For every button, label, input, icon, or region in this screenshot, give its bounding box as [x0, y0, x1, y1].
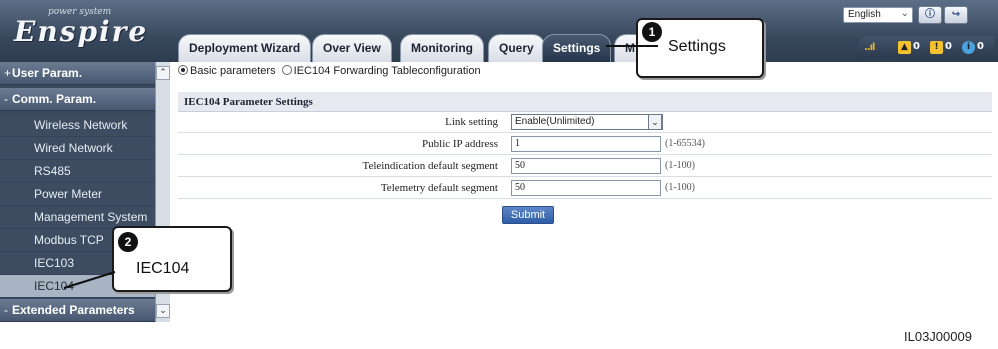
- logo-brand: Enspire: [14, 15, 149, 48]
- callout-number-badge: 2: [118, 232, 138, 252]
- tab-overview[interactable]: Over View: [312, 34, 392, 62]
- signal-icon: ..ıl: [864, 42, 875, 53]
- warning-icon: ▲: [898, 41, 911, 54]
- field-range: (1-65534): [665, 138, 705, 149]
- radio-basic-parameters[interactable]: Basic parameters: [178, 65, 276, 77]
- chevron-down-icon: ⌄: [900, 8, 909, 19]
- sidebar-item-rs485[interactable]: RS485: [0, 160, 155, 183]
- major-alarm-indicator[interactable]: ▲ 0: [898, 39, 920, 55]
- sidebar-item-power-meter[interactable]: Power Meter: [0, 183, 155, 206]
- parameter-mode-radios: Basic parameters IEC104 Forwarding Table…: [178, 65, 481, 77]
- tab-query[interactable]: Query: [488, 34, 545, 62]
- field-row-teleindication: Teleindication default segment 50 (1-100…: [178, 156, 992, 177]
- field-range: (1-100): [665, 182, 695, 193]
- sidebar-item-wired-network[interactable]: Wired Network: [0, 137, 155, 160]
- telemetry-segment-input[interactable]: 50: [511, 180, 661, 196]
- minor-alarm-icon: !: [930, 41, 943, 54]
- teleindication-segment-input[interactable]: 50: [511, 158, 661, 174]
- sidebar-group-comm-param[interactable]: - Comm. Param.: [0, 88, 155, 111]
- language-select[interactable]: English ⌄: [843, 7, 913, 23]
- field-label: Telemetry default segment: [380, 182, 498, 194]
- tab-deployment-wizard[interactable]: Deployment Wizard: [178, 34, 312, 62]
- field-row-telemetry: Telemetry default segment 50 (1-100): [178, 178, 992, 199]
- scroll-down-icon[interactable]: ⌄: [156, 304, 170, 318]
- field-row-public-ip: Public IP address 1 (1-65534): [178, 134, 992, 155]
- language-value: English: [848, 9, 881, 20]
- section-title: IEC104 Parameter Settings: [178, 92, 992, 112]
- main-content: Basic parameters IEC104 Forwarding Table…: [172, 62, 998, 322]
- field-label: Link setting: [445, 116, 498, 128]
- field-range: (1-100): [665, 160, 695, 171]
- field-label: Public IP address: [422, 138, 498, 150]
- public-ip-input[interactable]: 1: [511, 136, 661, 152]
- callout-pointer-2: [63, 271, 116, 289]
- enspire-logo: power system Enspire: [14, 7, 164, 53]
- help-icon: ⓘ: [925, 9, 935, 20]
- field-label: Teleindication default segment: [362, 160, 498, 172]
- status-bar: ..ıl ▲ 0 ! 0 i0: [858, 36, 994, 58]
- callout-text: IEC104: [136, 260, 190, 277]
- tab-monitoring[interactable]: Monitoring: [400, 34, 484, 62]
- minor-alarm-indicator[interactable]: ! 0: [930, 39, 952, 55]
- sidebar-group-extended-parameters[interactable]: - Extended Parameters: [0, 299, 155, 322]
- radio-forwarding-table[interactable]: IEC104 Forwarding Tableconfiguration: [281, 65, 481, 77]
- callout-text: Settings: [668, 38, 726, 55]
- chevron-down-icon: ⌄: [648, 114, 662, 130]
- figure-id: IL03J00009: [904, 329, 972, 344]
- logout-icon: ↪: [951, 9, 961, 20]
- field-row-link-setting: Link setting Enable(Unlimited) ⌄: [178, 112, 992, 133]
- radio-selected-icon: [178, 65, 188, 75]
- scroll-up-icon[interactable]: ⌃: [156, 66, 170, 80]
- sidebar-group-user-param[interactable]: + User Param.: [0, 62, 155, 85]
- info-icon: i: [962, 41, 975, 54]
- info-alarm-indicator[interactable]: i0: [962, 39, 984, 55]
- radio-unselected-icon: [281, 65, 292, 75]
- callout-pointer-1: [606, 45, 658, 47]
- header-bar: power system Enspire English ⌄ ⓘ ↪ Deplo…: [0, 0, 998, 62]
- logout-button[interactable]: ↪: [944, 6, 968, 24]
- sidebar-item-wireless-network[interactable]: Wireless Network: [0, 114, 155, 137]
- help-button[interactable]: ⓘ: [918, 6, 942, 24]
- submit-button[interactable]: Submit: [502, 206, 554, 224]
- link-setting-select[interactable]: Enable(Unlimited) ⌄: [511, 114, 663, 130]
